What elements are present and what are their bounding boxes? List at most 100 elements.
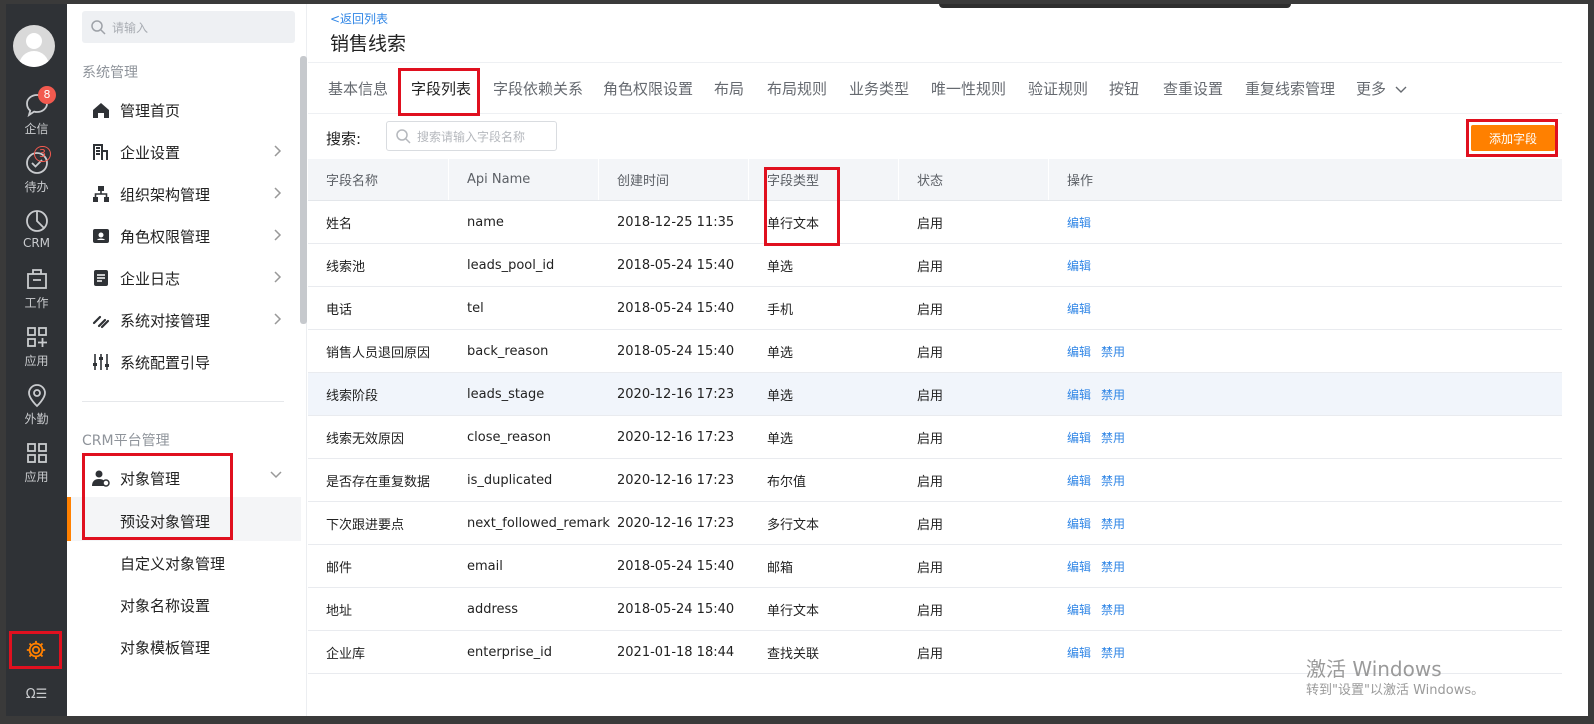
tab-duplicate-check[interactable]: 查重设置: [1163, 78, 1223, 99]
id-card-icon: [91, 226, 111, 246]
sidebar-item-org[interactable]: 组织架构管理: [82, 174, 292, 214]
table-cell-status: 启用: [917, 388, 944, 404]
rail-item-apps-2[interactable]: 应用: [6, 440, 67, 492]
sidebar-search-placeholder: 请输入: [112, 20, 149, 35]
table-cell-name: 销售人员退回原因: [326, 345, 431, 361]
tab-field-dependencies[interactable]: 字段依赖关系: [493, 78, 583, 99]
edit-link[interactable]: 编辑: [1067, 257, 1091, 274]
sidebar-item-label: 企业日志: [120, 269, 181, 288]
table-row: 销售人员退回原因 back_reason 2018-05-24 15:40 单选 启用 编…: [308, 330, 1562, 373]
table-cell-actions: 编辑 禁用: [1049, 588, 1135, 630]
sidebar-item-roles[interactable]: 角色权限管理: [82, 216, 292, 256]
tab-basic-info[interactable]: 基本信息: [328, 78, 388, 99]
tab-role-permissions[interactable]: 角色权限设置: [603, 78, 693, 99]
link-icon: [91, 310, 111, 330]
tab-layout-rules[interactable]: 布局规则: [767, 78, 827, 99]
rail-item-qixin[interactable]: 8 企信: [6, 86, 67, 144]
table-cell-api: enterprise_id: [467, 644, 553, 660]
disable-link[interactable]: 禁用: [1101, 601, 1125, 618]
sidebar-item-integration[interactable]: 系统对接管理: [82, 300, 292, 340]
field-search-input[interactable]: 搜索请输入字段名称: [386, 121, 557, 151]
chevron-right-icon: [274, 145, 282, 157]
table-cell-created: 2018-05-24 15:40: [617, 300, 735, 316]
edit-link[interactable]: 编辑: [1067, 386, 1091, 403]
tab-duplicate-leads[interactable]: 重复线索管理: [1245, 78, 1335, 99]
table-cell-status: 启用: [917, 431, 944, 447]
sidebar-sub-object-templates[interactable]: 对象模板管理: [120, 637, 210, 658]
sidebar-sub-custom-objects[interactable]: 自定义对象管理: [120, 553, 225, 574]
windows-activation-title: 激活 Windows: [1306, 657, 1442, 681]
table-cell-api: email: [467, 558, 503, 574]
table-cell-status: 启用: [917, 474, 944, 490]
sidebar-item-label: 角色权限管理: [120, 227, 211, 246]
tab-business-types[interactable]: 业务类型: [849, 78, 909, 99]
edit-link[interactable]: 编辑: [1067, 601, 1091, 618]
active-indicator: [67, 497, 71, 541]
rail-item-crm[interactable]: CRM: [6, 208, 67, 260]
column-header: 创建时间: [599, 159, 749, 200]
table-cell-api: back_reason: [467, 343, 549, 359]
rail-label: 工作: [24, 296, 49, 310]
sidebar-item-enterprise-settings[interactable]: 企业设置: [82, 132, 292, 172]
table-cell-actions: 编辑 禁用: [1049, 330, 1135, 372]
table-cell-name: 电话: [326, 302, 353, 318]
edit-link[interactable]: 编辑: [1067, 472, 1091, 489]
annotation-highlight: [398, 68, 480, 116]
sidebar-search-input[interactable]: 请输入: [82, 11, 295, 43]
briefcase-icon: [26, 269, 47, 289]
sidebar-item-admin-home[interactable]: 管理首页: [82, 90, 292, 130]
table-cell-actions: 编辑 禁用: [1049, 416, 1135, 458]
edit-link[interactable]: 编辑: [1067, 644, 1091, 661]
table-cell-name: 姓名: [326, 216, 353, 232]
disable-link[interactable]: 禁用: [1101, 472, 1125, 489]
rail-item-field[interactable]: 外勤: [6, 382, 67, 434]
table-cell-type: 单选: [767, 345, 794, 361]
page-scrollbar[interactable]: [1562, 4, 1588, 716]
table-cell-created: 2020-12-16 17:23: [617, 515, 735, 531]
edit-link[interactable]: 编辑: [1067, 343, 1091, 360]
disable-link[interactable]: 禁用: [1101, 429, 1125, 446]
back-to-list-link[interactable]: <返回列表: [330, 10, 388, 27]
table-cell-actions: 编辑 禁用: [1049, 631, 1135, 673]
tab-uniqueness-rules[interactable]: 唯一性规则: [931, 78, 1006, 99]
tab-more[interactable]: 更多: [1356, 78, 1407, 99]
table-cell-status: 启用: [917, 345, 944, 361]
avatar[interactable]: [13, 25, 55, 67]
menu-toggle[interactable]: Ω☰: [6, 687, 67, 702]
edit-link[interactable]: 编辑: [1067, 558, 1091, 575]
field-table: 字段名称 Api Name 创建时间 字段类型 状态 操作 姓名 name 2018…: [308, 159, 1562, 674]
table-cell-api: close_reason: [467, 429, 551, 445]
tab-layout[interactable]: 布局: [714, 78, 744, 99]
tab-buttons[interactable]: 按钮: [1109, 78, 1139, 99]
rail-item-apps[interactable]: 应用: [6, 324, 67, 376]
disable-link[interactable]: 禁用: [1101, 558, 1125, 575]
disable-link[interactable]: 禁用: [1101, 343, 1125, 360]
sidebar-item-label: 企业设置: [120, 143, 181, 162]
sidebar-item-label: 组织架构管理: [120, 185, 211, 204]
column-header: 字段名称: [308, 159, 449, 200]
search-icon: [396, 129, 411, 144]
settings-button[interactable]: [9, 631, 62, 669]
disable-link[interactable]: 禁用: [1101, 386, 1125, 403]
disable-link[interactable]: 禁用: [1101, 644, 1125, 661]
disable-link[interactable]: 禁用: [1101, 515, 1125, 532]
table-cell-name: 企业库: [326, 646, 366, 662]
table-cell-status: 启用: [917, 216, 944, 232]
table-cell-type: 单选: [767, 388, 794, 404]
table-cell-created: 2018-05-24 15:40: [617, 601, 735, 617]
table-cell-type: 布尔值: [767, 474, 807, 490]
edit-link[interactable]: 编辑: [1067, 300, 1091, 317]
tab-validation-rules[interactable]: 验证规则: [1028, 78, 1088, 99]
table-cell-name: 邮件: [326, 560, 353, 576]
edit-link[interactable]: 编辑: [1067, 429, 1091, 446]
rail-item-todo[interactable]: 3 待办: [6, 146, 67, 202]
edit-link[interactable]: 编辑: [1067, 515, 1091, 532]
sidebar-sub-object-names[interactable]: 对象名称设置: [120, 595, 210, 616]
sidebar-scrollbar[interactable]: [300, 56, 307, 324]
sidebar-item-config-guide[interactable]: 系统配置引导: [82, 342, 292, 382]
edit-link[interactable]: 编辑: [1067, 214, 1091, 231]
rail-label: 应用: [24, 470, 49, 484]
table-cell-name: 线索阶段: [326, 388, 379, 404]
rail-item-work[interactable]: 工作: [6, 266, 67, 318]
sidebar-item-logs[interactable]: 企业日志: [82, 258, 292, 298]
